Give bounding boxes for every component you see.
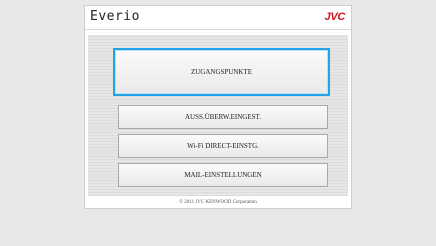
copyright-footer: © 2011 JVC KENWOOD Corporation	[179, 200, 257, 205]
mail-settings-button[interactable]: MAIL-EINSTELLUNGEN	[118, 163, 328, 187]
monitoring-settings-label: AUSS.ÜBERW.EINGEST.	[184, 113, 262, 121]
header-bar: Everio JVC	[85, 6, 351, 30]
wifi-direct-settings-button[interactable]: Wi-Fi DIRECT-EINSTG.	[118, 134, 328, 158]
menu-panel: ZUGANGSPUNKTE AUSS.ÜBERW.EINGEST. Wi-Fi …	[88, 35, 348, 196]
monitoring-settings-button[interactable]: AUSS.ÜBERW.EINGEST.	[118, 105, 328, 129]
jvc-logo: JVC	[324, 11, 346, 23]
app-window: Everio JVC ZUGANGSPUNKTE AUSS.ÜBERW.EING…	[84, 5, 352, 209]
wifi-direct-settings-label: Wi-Fi DIRECT-EINSTG.	[187, 142, 259, 150]
access-points-label: ZUGANGSPUNKTE	[190, 68, 253, 76]
mail-settings-label: MAIL-EINSTELLUNGEN	[184, 171, 262, 179]
access-points-button[interactable]: ZUGANGSPUNKTE	[113, 48, 330, 96]
app-title: Everio	[90, 9, 140, 24]
